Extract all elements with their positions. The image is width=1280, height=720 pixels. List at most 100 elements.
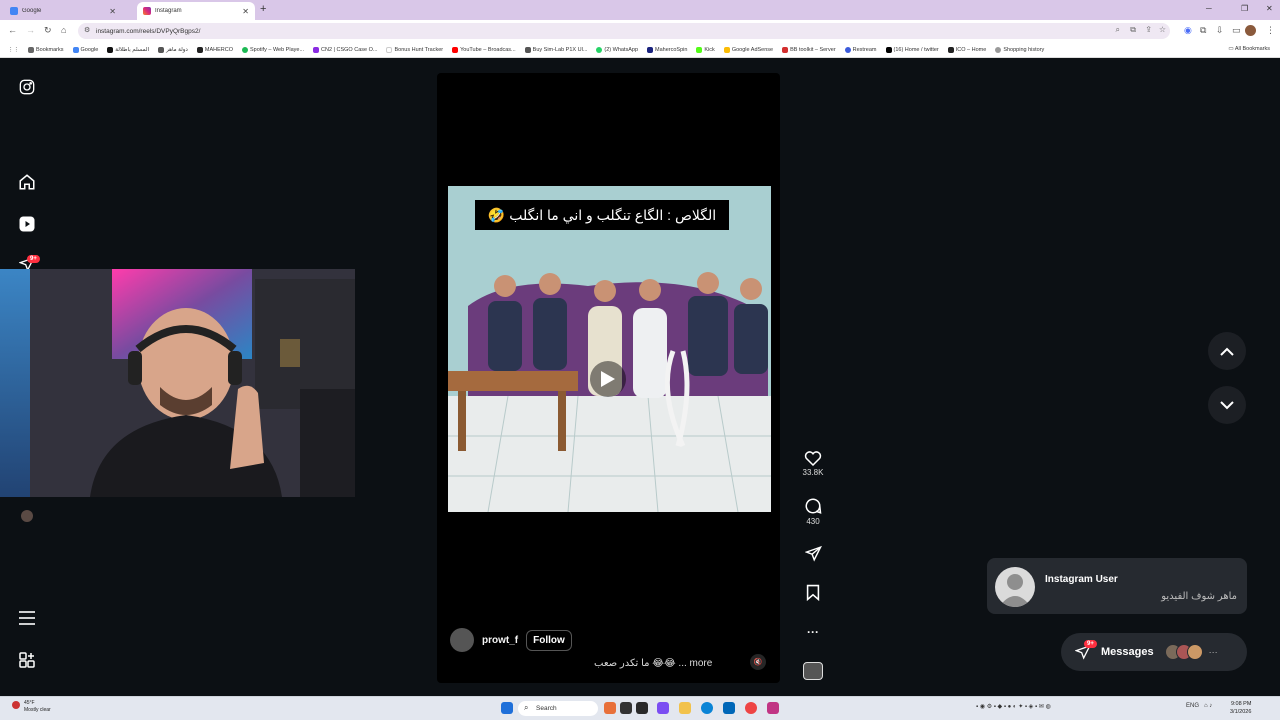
heart-icon[interactable] [804,449,822,466]
bookmark-item[interactable]: CN2 | CSGO Case O... [313,46,377,53]
taskbar-app-icon[interactable] [636,702,648,714]
bookmark-item[interactable]: Bookmarks [28,46,64,53]
site-info-icon[interactable]: ⚙ [84,26,90,34]
sidebar-icon[interactable]: ▭ [1232,25,1241,36]
forward-icon[interactable]: → [26,25,35,35]
taskbar-app-icon[interactable] [657,702,669,714]
chrome-icon[interactable] [745,702,757,714]
menu-kebab-icon[interactable]: ⋮ [1266,25,1275,36]
bookmark-item[interactable]: Google [72,46,99,53]
back-icon[interactable]: ← [8,25,17,35]
bookmark-label: YouTube – Broadcas... [460,46,516,53]
network-volume-icon[interactable]: ⌂ ♪ [1204,703,1212,709]
bookmark-item[interactable]: Bonus Hunt Tracker [386,46,443,53]
next-reel-button[interactable] [1208,386,1246,424]
all-bookmarks-button[interactable]: ▭ All Bookmarks [1228,46,1270,52]
like-action: 33.8K [800,449,826,477]
bookmark-label: ICO – Home [955,46,987,53]
browser-tab-strip: Google ✕ Instagram ✕ + ─ ❐ ✕ [0,0,1280,20]
author-username[interactable]: prowt_f [482,635,518,646]
bookmark-item[interactable]: دولة ماهر [158,46,188,53]
maximize-icon[interactable]: ❐ [1241,4,1248,13]
instagram-logo-icon[interactable] [18,78,36,96]
profile-avatar-icon[interactable] [18,507,36,525]
tab-google[interactable]: Google ✕ [4,2,122,20]
bookmark-label: Google [80,46,99,53]
avatar [1186,644,1203,660]
share-icon[interactable]: ⇪ [1145,25,1152,34]
tray-icons[interactable]: ▪ ◉ ⚙ ▪ ◆ ▪ ● ◐ ✦ ▪ ◈ ▪ ✉ ◍ [976,703,1051,710]
restream-icon [844,46,851,53]
author-avatar[interactable] [450,628,474,652]
bookmark-item[interactable]: المسلم باطلالة [107,46,149,53]
bookmark-star-icon[interactable]: ☆ [1159,25,1166,34]
taskbar-app-icon[interactable] [723,702,735,714]
follow-button[interactable]: Follow [526,629,572,651]
new-tab-button[interactable]: + [260,3,266,15]
bookmark-item[interactable]: Shopping history [995,46,1044,53]
bookmark-item[interactable]: (2) WhatsApp [596,46,638,53]
messages-label: Messages [1101,646,1154,658]
reel-video[interactable] [448,186,771,512]
hamburger-menu-icon[interactable] [18,609,36,627]
notification-sender: Instagram User [1045,574,1118,585]
bookmark-item[interactable]: Buy Sim-Lab P1X Ul... [524,46,587,53]
downloads-icon[interactable]: ⇩ [1216,25,1224,36]
play-button[interactable] [590,361,626,397]
reel-description[interactable]: ما تكدر صعب 😂😂 ... more [594,658,712,669]
apps-grid-icon[interactable]: ⋮⋮ [8,47,19,53]
bookmark-item[interactable]: (16) Home / twitter [885,46,939,53]
bookmark-item[interactable]: Google AdSense [723,46,773,53]
also-from-meta-icon[interactable] [18,651,36,669]
close-tab-icon[interactable]: ✕ [109,7,116,16]
edge-icon[interactable] [701,702,713,714]
more-options-icon[interactable]: ··· [807,625,819,639]
home-icon[interactable] [18,173,36,191]
bookmark-item[interactable]: ICO – Home [947,46,987,53]
mute-button[interactable]: 🔇 [750,654,766,670]
bookmark-item[interactable]: YouTube – Broadcas... [452,46,516,53]
instagram-taskbar-icon[interactable] [767,702,779,714]
audio-playing-icon[interactable]: ◉ [1184,25,1192,36]
bookmark-item[interactable]: MAHERCO [196,46,233,53]
close-tab-icon[interactable]: ✕ [242,7,249,16]
bookmark-icon [107,46,114,53]
file-explorer-icon[interactable] [679,702,691,714]
weather-widget[interactable]: 45°F Mostly clear [12,700,51,714]
language-indicator[interactable]: ENG [1186,703,1199,709]
bookmark-item[interactable]: Restream [844,46,877,53]
taskbar-app-icon[interactable] [604,702,616,714]
previous-reel-button[interactable] [1208,332,1246,370]
bookmark-item[interactable]: BB toolkit – Server [782,46,836,53]
minimize-icon[interactable]: ─ [1206,4,1212,13]
bookmark-icon[interactable] [806,584,820,601]
address-bar[interactable]: ⚙ instagram.com/reels/DVPyQrBgps2/ ⌕ ⧉ ⇪… [78,23,1170,39]
bookmark-icon [313,46,320,53]
reload-icon[interactable]: ↻ [44,25,52,36]
webcam-feed-image [0,269,355,497]
bookmark-item[interactable]: MahercoSpin [647,46,687,53]
x-twitter-icon [885,46,892,53]
comment-icon[interactable] [804,497,822,515]
extensions-icon[interactable]: ⧉ [1200,25,1206,36]
tab-instagram[interactable]: Instagram ✕ [137,2,255,20]
windows-start-icon[interactable] [501,702,513,714]
share-send-icon[interactable] [804,545,822,562]
whatsapp-icon [596,46,603,53]
task-view-icon[interactable] [620,702,632,714]
zoom-icon[interactable]: ⌕ [1116,25,1120,35]
audio-thumbnail-icon[interactable] [803,662,823,680]
profile-avatar[interactable] [1245,25,1256,36]
taskbar-search[interactable]: ⌕ Search [518,701,598,716]
home-icon[interactable]: ⌂ [61,25,66,35]
bookmark-icon [782,46,789,53]
close-window-icon[interactable]: ✕ [1266,4,1273,13]
message-notification[interactable]: Instagram User ماهر شوف الفيديو [987,558,1247,614]
reels-icon[interactable] [18,215,36,233]
install-app-icon[interactable]: ⧉ [1130,25,1136,35]
system-clock[interactable]: 9:08 PM 3/1/2026 [1230,700,1251,716]
bookmark-item[interactable]: Kick [696,46,715,53]
youtube-icon [452,46,459,53]
bookmark-item[interactable]: Spotify – Web Playe... [242,46,304,53]
messages-button[interactable]: Messages ··· [1061,633,1247,671]
